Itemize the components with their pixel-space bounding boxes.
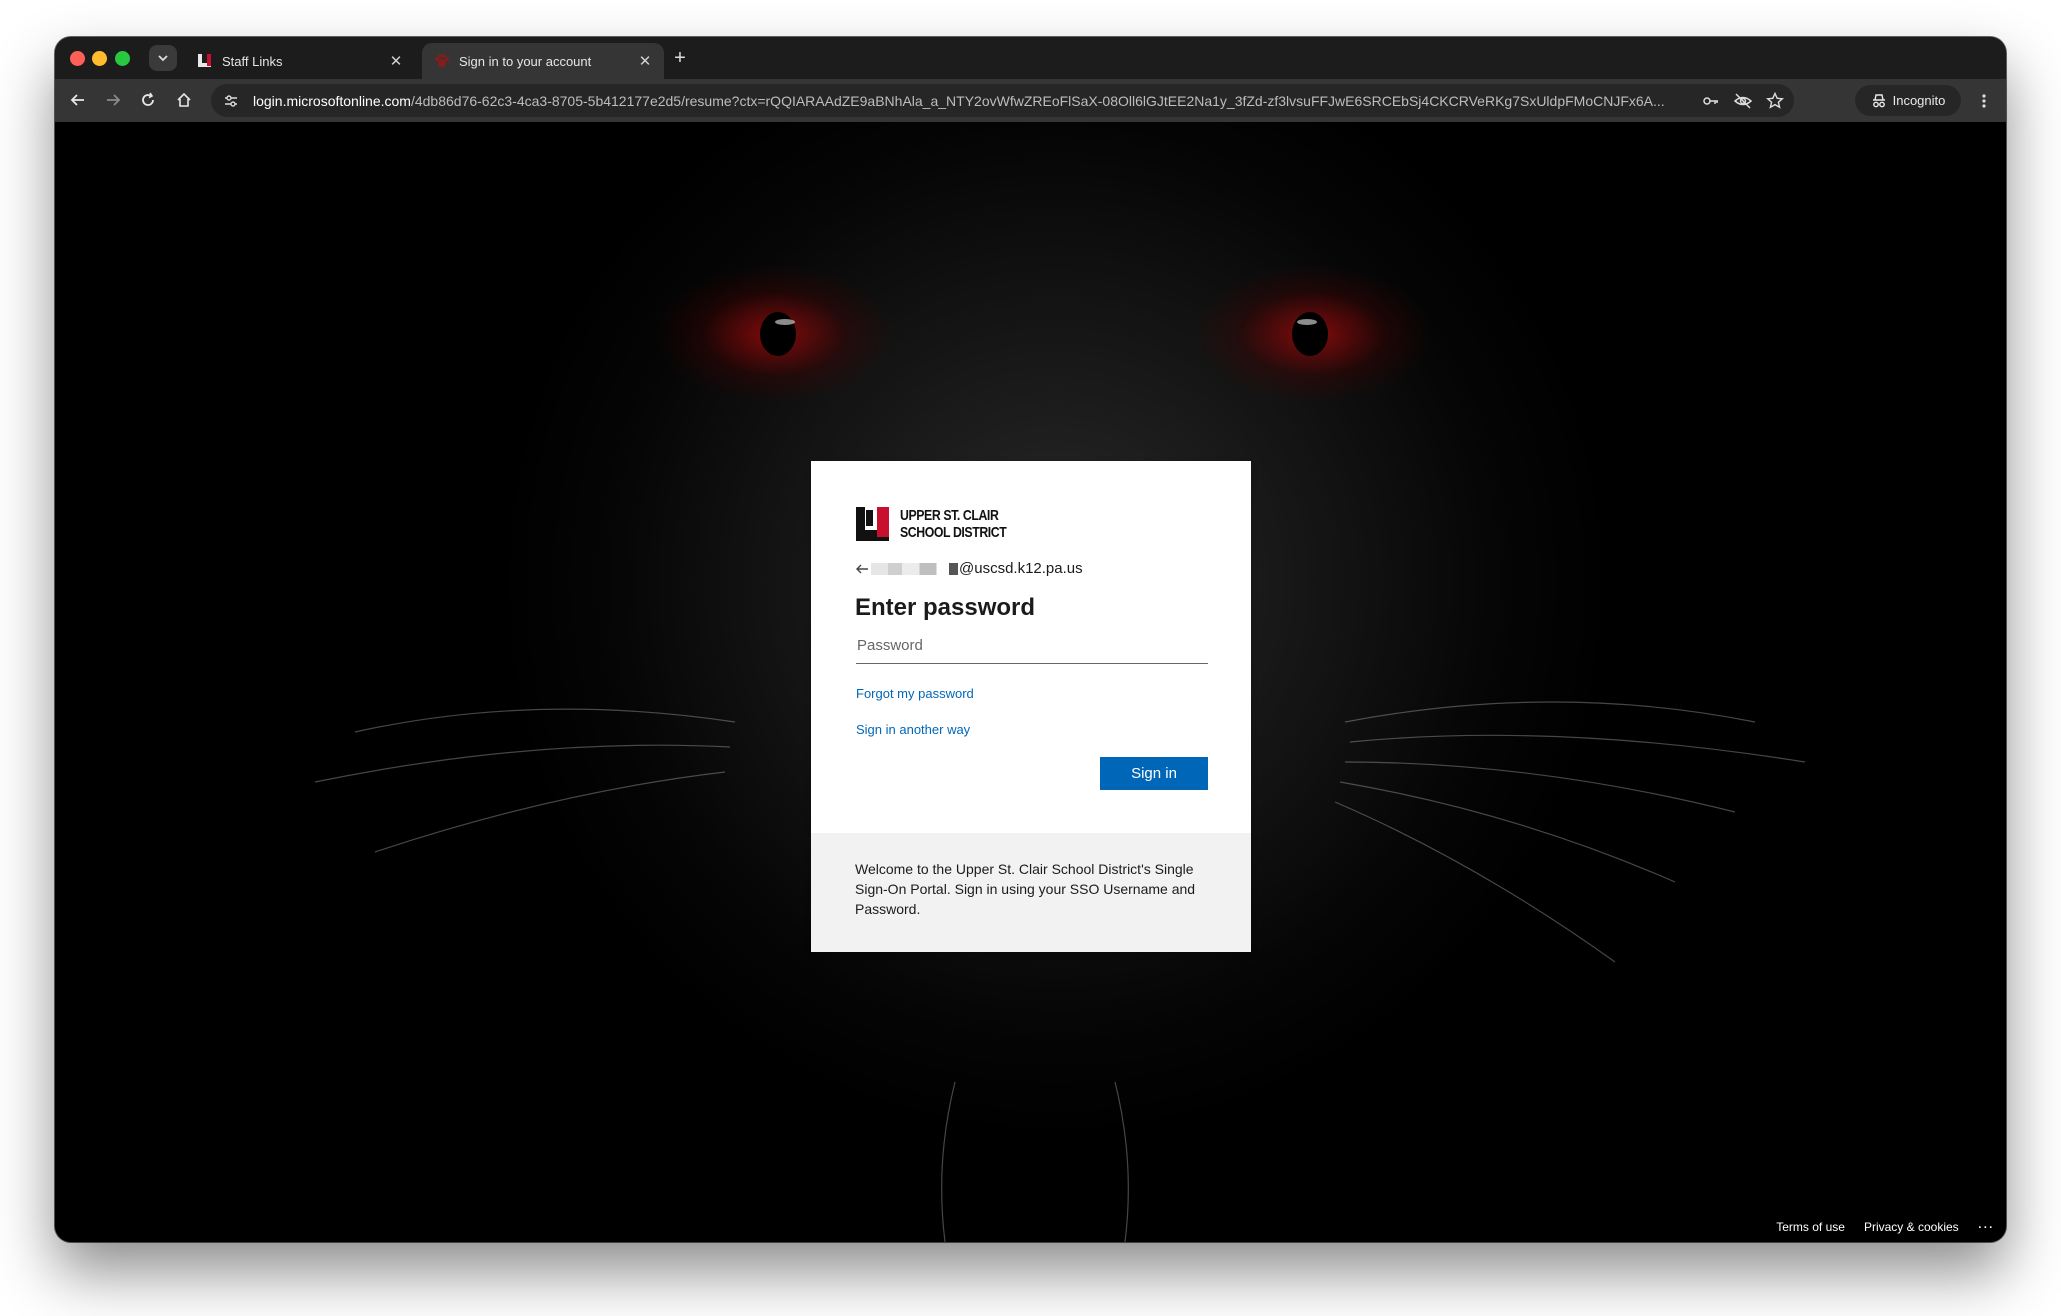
tab-title: Staff Links [222, 53, 283, 69]
eye-off-icon[interactable] [1732, 90, 1754, 112]
password-field[interactable] [856, 627, 1208, 664]
close-tab-icon[interactable]: ✕ [634, 52, 656, 70]
home-icon [177, 92, 191, 107]
bookmark-star-icon[interactable] [1764, 90, 1786, 112]
uscsd-logo-icon [856, 507, 889, 541]
address-bar[interactable]: login.microsoftonline.com/4db86d76-62c3-… [211, 84, 1794, 117]
browser-toolbar: login.microsoftonline.com/4db86d76-62c3-… [55, 79, 2006, 123]
forward-button[interactable] [100, 87, 126, 113]
tab-sign-in[interactable]: Sign in to your account ✕ [422, 43, 664, 79]
org-logo: UPPER ST. CLAIR SCHOOL DISTRICT [855, 506, 1030, 542]
arrow-right-icon [107, 94, 121, 106]
close-tab-icon[interactable]: ✕ [385, 52, 407, 70]
page-footer: Terms of use Privacy & cookies ... [1776, 1212, 2006, 1242]
reload-button[interactable] [135, 87, 161, 113]
incognito-badge[interactable]: Incognito [1855, 85, 1961, 116]
arrow-left-icon[interactable] [855, 562, 869, 576]
omnibox-actions [1700, 84, 1786, 117]
sign-in-another-way-link[interactable]: Sign in another way [856, 722, 970, 737]
tab-strip: Staff Links ✕ Sign in to your account ✕ … [55, 37, 2006, 79]
signin-card: UPPER ST. CLAIR SCHOOL DISTRICT @uscsd.k… [811, 461, 1251, 952]
org-name: UPPER ST. CLAIR SCHOOL DISTRICT [900, 507, 1007, 541]
window-minimize-button[interactable] [92, 51, 107, 66]
uscsd-logo-icon [197, 53, 213, 69]
sign-in-button[interactable]: Sign in [1100, 757, 1208, 790]
new-tab-button[interactable]: + [667, 45, 693, 71]
org-name-line1: UPPER ST. CLAIR [900, 507, 999, 524]
welcome-message: Welcome to the Upper St. Clair School Di… [855, 861, 1196, 917]
site-settings-icon[interactable] [217, 87, 245, 115]
browser-menu-button[interactable] [1971, 88, 1997, 114]
signin-form: UPPER ST. CLAIR SCHOOL DISTRICT @uscsd.k… [811, 461, 1251, 833]
reload-icon [142, 92, 154, 106]
incognito-label: Incognito [1892, 93, 1946, 108]
redacted-username-end [949, 562, 958, 575]
browser-window: Staff Links ✕ Sign in to your account ✕ … [55, 37, 2006, 1242]
redacted-username [871, 562, 949, 575]
more-options-button[interactable]: ... [1978, 1215, 1994, 1233]
terms-of-use-link[interactable]: Terms of use [1776, 1220, 1845, 1234]
identity-banner[interactable]: @uscsd.k12.pa.us [855, 560, 1083, 577]
window-close-button[interactable] [70, 51, 85, 66]
signin-card-footer: Welcome to the Upper St. Clair School Di… [811, 833, 1251, 952]
key-icon[interactable] [1700, 90, 1722, 112]
incognito-icon [1872, 93, 1885, 107]
privacy-cookies-link[interactable]: Privacy & cookies [1864, 1220, 1959, 1234]
back-button[interactable] [65, 87, 91, 113]
window-maximize-button[interactable] [115, 51, 130, 66]
page-title: Enter password [855, 594, 1036, 621]
paw-icon [434, 53, 450, 69]
more-vertical-icon [1982, 94, 1986, 108]
url-path: /4db86d76-62c3-4ca3-8705-5b412177e2d5/re… [410, 92, 1665, 109]
url-text[interactable]: login.microsoftonline.com/4db86d76-62c3-… [253, 93, 1747, 109]
url-host: login.microsoftonline.com [253, 92, 411, 109]
page-content: UPPER ST. CLAIR SCHOOL DISTRICT @uscsd.k… [55, 122, 2006, 1242]
forgot-password-link[interactable]: Forgot my password [856, 686, 974, 701]
tab-staff-links[interactable]: Staff Links ✕ [185, 43, 415, 79]
arrow-left-icon [70, 94, 84, 106]
org-name-line2: SCHOOL DISTRICT [900, 524, 1007, 541]
tab-search-button[interactable] [149, 45, 177, 71]
tab-title: Sign in to your account [459, 53, 592, 69]
identity-email-domain: @uscsd.k12.pa.us [959, 560, 1083, 577]
chevron-down-icon [158, 55, 168, 62]
home-button[interactable] [171, 87, 197, 113]
